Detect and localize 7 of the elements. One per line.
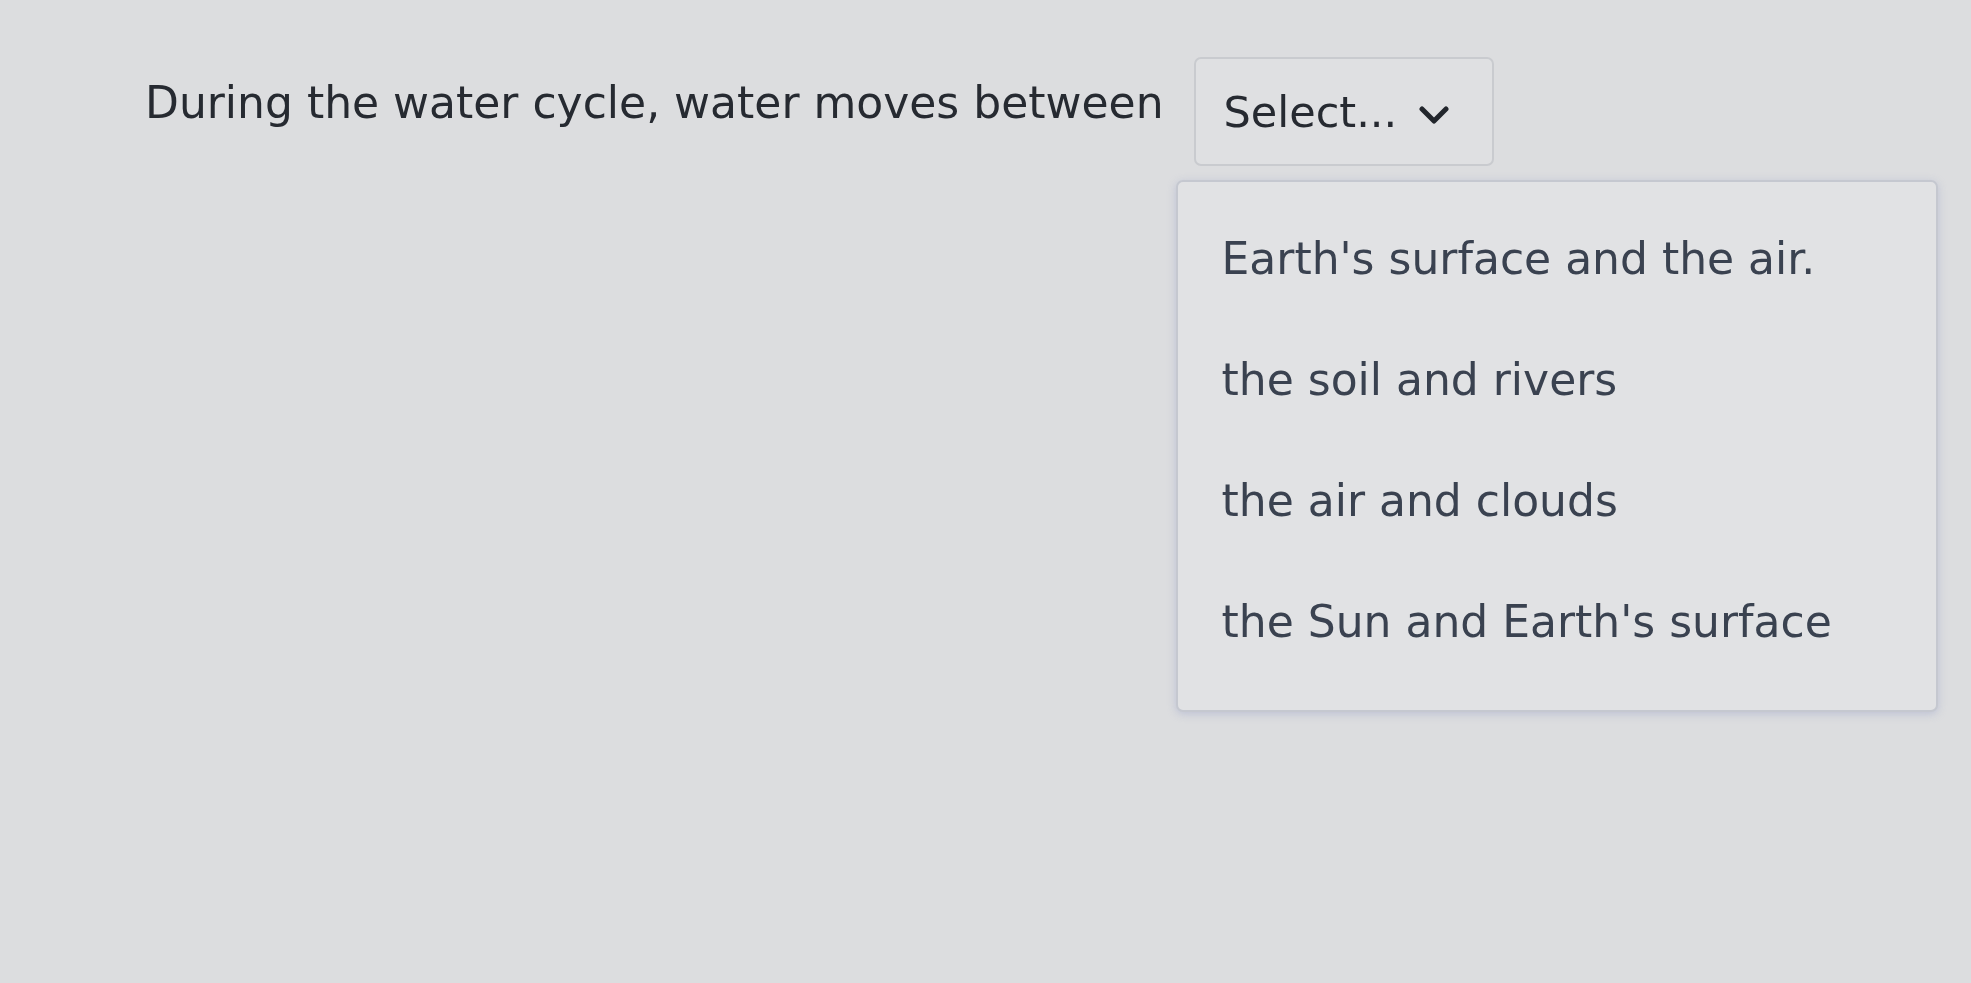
dropdown-option[interactable]: the soil and rivers <box>1177 319 1936 440</box>
chevron-icon <box>1419 104 1450 125</box>
question-text: During the water cycle, water moves between <box>145 77 1164 129</box>
dropdown-option[interactable]: Earth's surface and the air. <box>1177 198 1936 319</box>
dropdown-option[interactable]: the Sun and Earth's surface <box>1177 561 1936 682</box>
dropdown-option[interactable]: the air and clouds <box>1177 440 1936 561</box>
answer-dropdown[interactable]: Select... <box>1193 57 1494 166</box>
